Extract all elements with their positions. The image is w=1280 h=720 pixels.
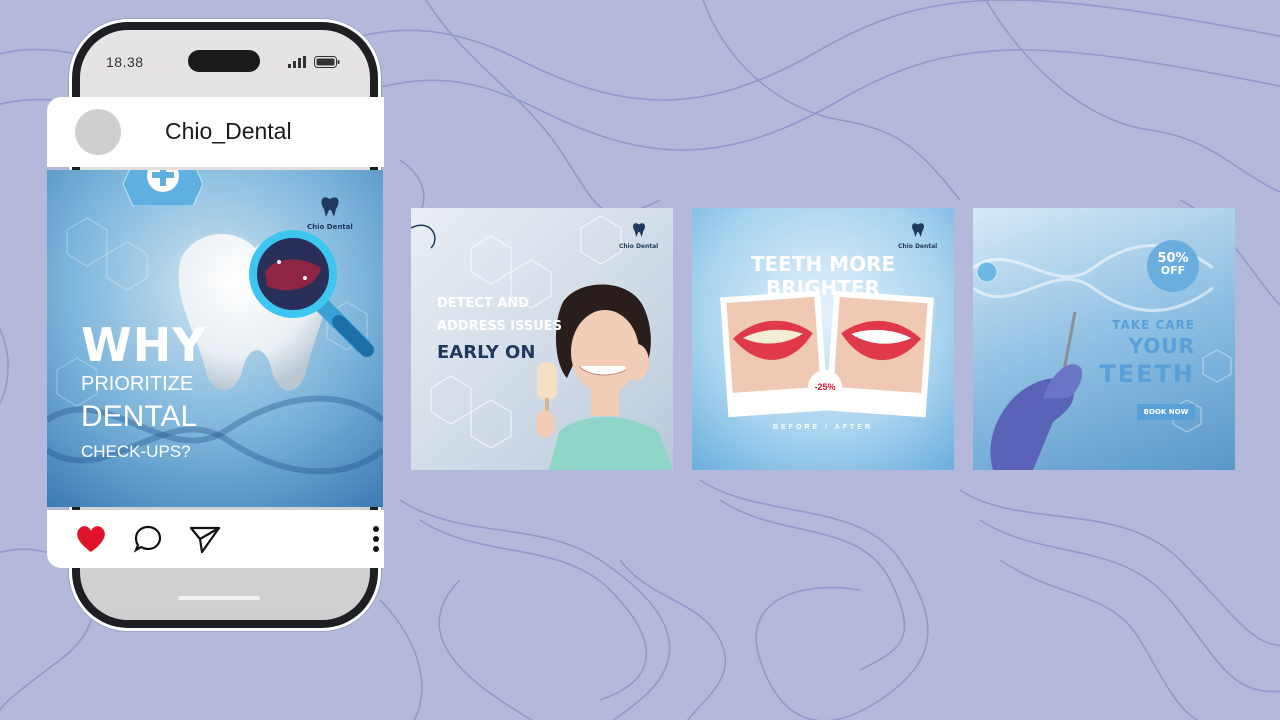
brand-name: Chio Dental [898, 243, 938, 250]
status-icons [288, 56, 340, 68]
card1-line1: DETECT AND [437, 296, 530, 311]
post-image[interactable]: Chio Dental WHY PRIORITIZE DENTAL CHECK-… [47, 170, 383, 507]
brand-logo: Chio Dental [619, 222, 658, 250]
headline-dental: DENTAL [81, 400, 198, 433]
avatar[interactable] [75, 109, 121, 155]
home-indicator[interactable] [178, 596, 260, 600]
tooth-logo-icon [321, 197, 339, 217]
tooth-magnifier-illustration [178, 230, 374, 391]
woman-eating-popsicle-photo [535, 284, 673, 470]
card3-line3: TEETH [1099, 360, 1195, 388]
discount-badge: -25% [808, 370, 842, 404]
tooth-logo-icon [632, 223, 645, 237]
brand-logo: Chio Dental [898, 222, 937, 250]
heart-icon[interactable] [75, 524, 107, 554]
comment-icon[interactable] [133, 524, 163, 554]
discount-circle: 50% OFF [1147, 240, 1199, 292]
card3-line1: TAKE CARE [1112, 318, 1195, 332]
brand-name: Chio Dental [619, 243, 659, 250]
post-card-detect[interactable]: Chio Dental DETECT AND ADDRESS ISSUES EA… [411, 208, 673, 470]
battery-icon [314, 56, 340, 68]
post-actions [47, 510, 384, 568]
card3-line2: YOUR [1128, 334, 1195, 358]
post-header: Chio_Dental [47, 97, 384, 167]
card1-line3: EARLY ON [437, 342, 536, 363]
username[interactable]: Chio_Dental [165, 118, 292, 145]
more-icon[interactable] [372, 524, 380, 554]
medical-cross-icon [123, 170, 203, 206]
dynamic-island [188, 50, 260, 72]
headline-why: WHY [81, 318, 207, 372]
discount-off: OFF [1160, 264, 1186, 277]
headline-prioritize: PRIORITIZE [81, 373, 194, 395]
signal-icon [288, 56, 306, 68]
send-icon[interactable] [189, 524, 221, 554]
tooth-logo-icon [911, 223, 924, 237]
status-time: 18.38 [106, 54, 144, 70]
card2-caption: BEFORE / AFTER [772, 424, 874, 431]
post-card-whitening[interactable]: Chio Dental TEETH MORE BRIGHTER -25% BEF… [692, 208, 954, 470]
book-now-button[interactable]: BOOK NOW [1137, 404, 1195, 420]
post-card-offer[interactable]: 50% OFF TAKE CARE YOUR TEETH BOOK NOW [973, 208, 1235, 470]
headline-checkups: CHECK-UPS? [81, 442, 191, 461]
discount-percent: 50% [1157, 251, 1189, 266]
card1-line2: ADDRESS ISSUES [437, 319, 562, 334]
